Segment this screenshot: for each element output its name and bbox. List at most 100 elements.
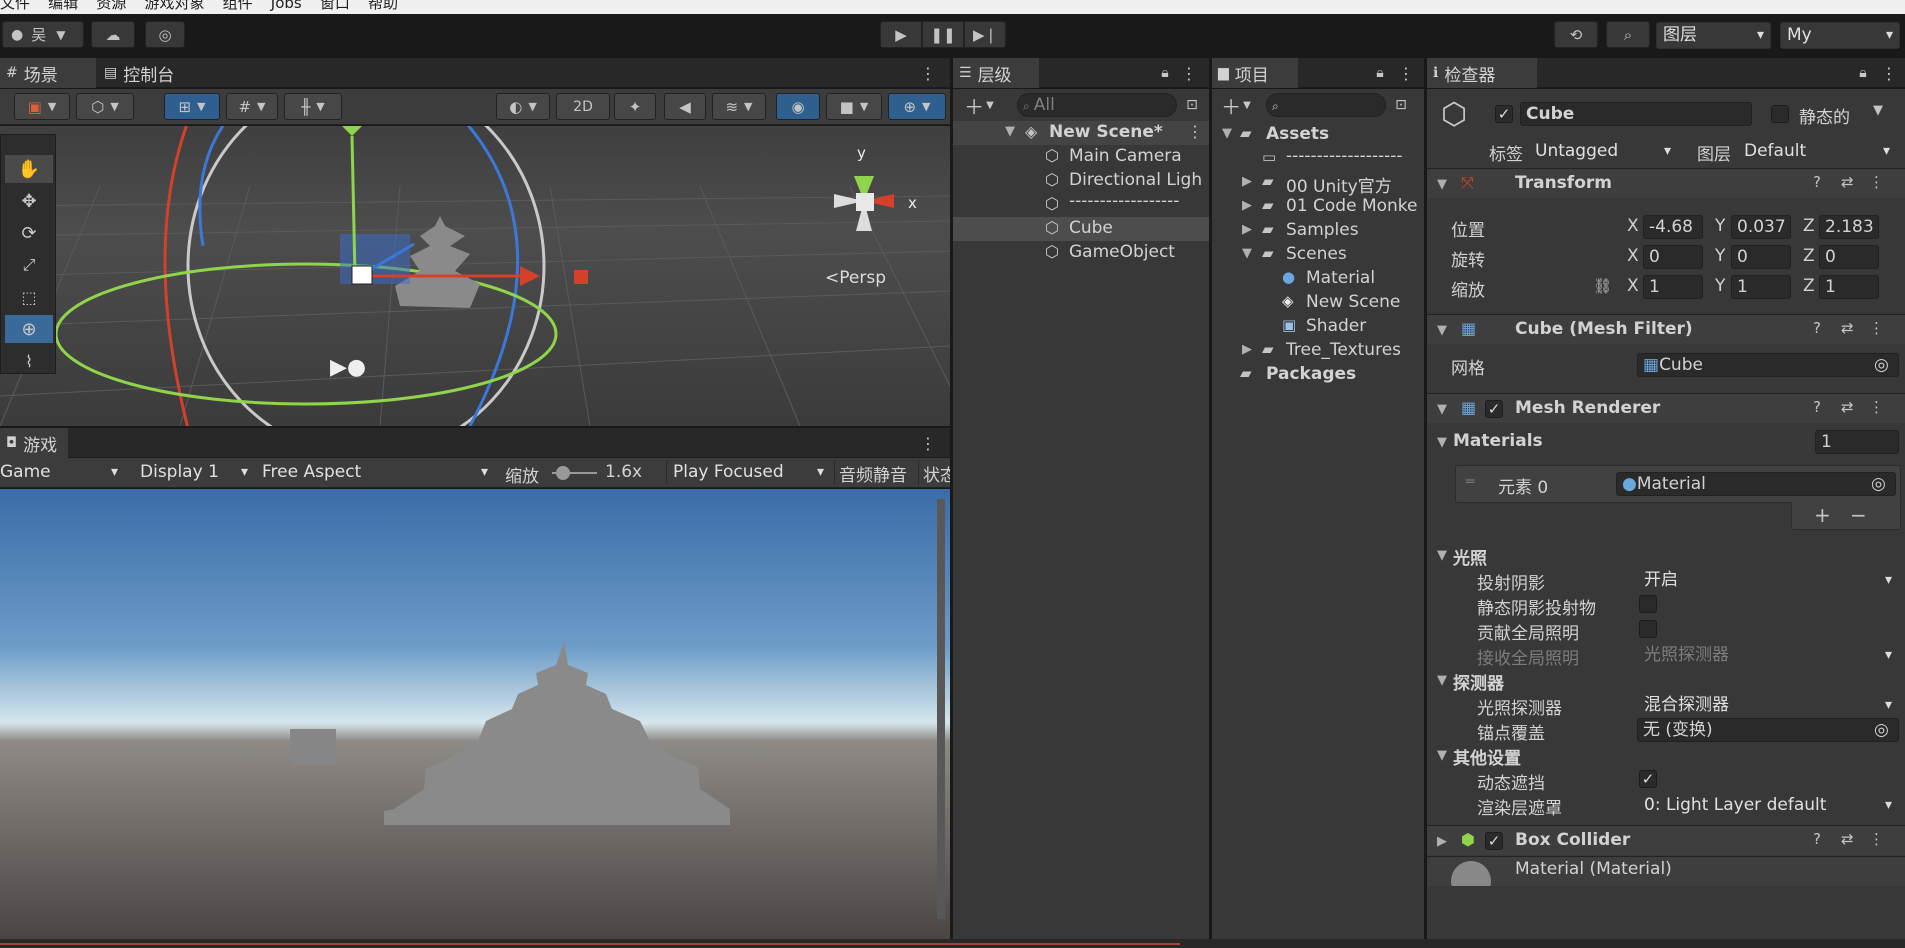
scene-menu-icon[interactable]: ⋮ [1187,122,1203,141]
menu-gameobject[interactable]: 游戏对象 [144,0,204,11]
lock-icon[interactable]: 🔒︎ [1853,62,1873,84]
tab-project[interactable]: ▆ 项目 [1212,58,1298,88]
presets-icon[interactable]: ⇄ [1841,319,1854,337]
mute-audio-toggle[interactable]: 音频静音 [834,461,914,486]
packages-folder[interactable]: ▰ Packages [1212,363,1424,387]
rotation-y-input[interactable]: 0 [1731,245,1791,269]
static-shadow-checkbox[interactable] [1639,595,1657,613]
cube-object-icon[interactable]: ⬡ [1437,97,1471,132]
grid-snap-dropdown[interactable]: ⊞ ▼ [164,93,220,120]
anchor-override-field[interactable]: 无 (变换) ◎ [1637,718,1899,742]
contribute-gi-checkbox[interactable] [1639,620,1657,638]
collapse-triangle-icon[interactable]: ▶ [1242,222,1252,237]
drag-handle-icon[interactable]: ═ [1466,474,1474,490]
lock-icon[interactable]: 🔒︎ [1370,62,1390,84]
audio-toggle[interactable]: ◀ [664,93,706,120]
expand-triangle-icon[interactable]: ▼ [1437,402,1447,417]
active-checkbox[interactable]: ✓ [1495,105,1513,123]
scale-tool-icon[interactable]: ⤢ [5,251,53,279]
scale-y-input[interactable]: 1 [1731,275,1791,299]
menu-file[interactable]: 文件 [0,0,30,11]
project-item[interactable]: ▶ ▰ 01 Code Monke [1212,195,1424,219]
menu-component[interactable]: 组件 [223,0,253,11]
expand-triangle-icon[interactable]: ▼ [1437,435,1447,450]
help-icon[interactable]: ? [1813,398,1821,416]
scene-row[interactable]: ▼ ◈ New Scene* ⋮ [953,121,1209,145]
object-name-input[interactable]: Cube [1520,102,1752,126]
hidden-objects-toggle[interactable]: ◉ [776,93,820,120]
static-checkbox[interactable] [1771,105,1789,123]
expand-triangle-icon[interactable]: ▼ [1005,124,1015,139]
object-picker-icon[interactable]: ◎ [1874,719,1889,741]
scene-viewport[interactable]: ▶● ✋ ✥ ⟳ ⤢ ⬚ ⊕ ⌇ y x <Persp [0,126,950,426]
game-scrollbar[interactable] [937,499,945,919]
layer-dropdown[interactable]: Default [1737,139,1897,163]
play-button[interactable]: ▶ [880,21,922,48]
hand-tool-icon[interactable]: ✋ [5,155,53,183]
tab-game[interactable]: ◘ 游戏 [0,428,68,458]
presets-icon[interactable]: ⇄ [1841,173,1854,191]
project-search-input[interactable]: ⌕ [1266,93,1386,117]
game-menu-icon[interactable]: ⋮ [918,432,938,454]
help-icon[interactable]: ? [1813,830,1821,848]
rendering-layer-dropdown[interactable]: 0: Light Layer default [1637,793,1899,817]
undo-history-button[interactable]: ⟲ [1554,21,1598,48]
rotation-x-input[interactable]: 0 [1643,245,1703,269]
material-object-field[interactable]: ●Material ◎ [1616,472,1896,496]
create-asset-button[interactable]: ＋ ▼ [1216,93,1256,119]
hierarchy-item[interactable]: ⬡ ------------------ [953,193,1209,217]
project-item[interactable]: ▼ ▰ Scenes [1212,243,1424,267]
assets-folder[interactable]: ▼ ▰ Assets [1212,123,1424,147]
menu-window[interactable]: 窗口 [320,0,350,11]
add-object-button[interactable]: ＋ ▼ [959,93,999,119]
position-y-input[interactable]: 0.037 [1731,215,1791,239]
position-x-input[interactable]: -4.68 [1643,215,1703,239]
inspector-menu-icon[interactable]: ⋮ [1879,62,1899,84]
project-menu-icon[interactable]: ⋮ [1396,62,1416,84]
help-icon[interactable]: ? [1813,319,1821,337]
position-z-input[interactable]: 2.183 [1819,215,1879,239]
mesh-filter-header[interactable]: ▼ ▦ Cube (Mesh Filter) ? ⇄ ⋮ [1427,314,1905,344]
collapse-triangle-icon[interactable]: ▶ [1437,834,1447,849]
tab-hierarchy[interactable]: ☰ 层级 [953,58,1039,88]
project-item[interactable]: ▭ ------------------- [1212,146,1424,171]
rotation-z-input[interactable]: 0 [1819,245,1879,269]
remove-element-button[interactable]: − [1850,503,1867,527]
hierarchy-item[interactable]: ⬡ GameObject [953,241,1209,265]
hierarchy-item[interactable]: ⬡ Main Camera [953,145,1209,169]
box-collider-header[interactable]: ▶ ⬢ ✓ Box Collider ? ⇄ ⋮ [1427,825,1905,855]
component-menu-icon[interactable]: ⋮ [1869,830,1884,848]
stats-toggle[interactable]: 状态 [918,461,950,485]
expand-triangle-icon[interactable]: ▼ [1437,673,1447,688]
collab-button[interactable]: ◎ [145,21,185,48]
cube-selected[interactable] [351,265,373,285]
cast-shadows-dropdown[interactable]: 开启 [1637,568,1899,592]
layers-dropdown[interactable]: 图层 [1656,22,1771,49]
menu-jobs[interactable]: Jobs [271,0,302,11]
persp-label[interactable]: <Persp [825,268,886,288]
chevron-down-icon[interactable]: ▼ [1873,103,1883,118]
search-button[interactable]: ⌕ [1606,21,1650,48]
transform-tool-icon[interactable]: ⊕ [5,315,53,343]
presets-icon[interactable]: ⇄ [1841,398,1854,416]
object-picker-icon[interactable]: ◎ [1874,354,1889,376]
add-element-button[interactable]: + [1814,503,1831,527]
grid-visibility-dropdown[interactable]: # ▼ [226,93,278,120]
project-item[interactable]: ▶ ▰ Tree_Textures [1212,339,1424,363]
lighting-toggle[interactable]: ✦ [614,93,656,120]
project-item[interactable]: ● Material [1212,267,1424,291]
collapse-triangle-icon[interactable]: ▶ [1242,174,1252,189]
custom-tool-icon[interactable]: ⌇ [5,347,53,375]
scene-menu-icon[interactable]: ⋮ [918,62,938,84]
menu-edit[interactable]: 编辑 [48,0,78,11]
collapse-triangle-icon[interactable]: ▶ [1242,342,1252,357]
menu-help[interactable]: 帮助 [368,0,398,11]
display-dropdown[interactable]: Display 1 [134,461,254,485]
tab-inspector[interactable]: ℹ 检查器 [1427,58,1537,88]
gizmos-dropdown[interactable]: ⊕ ▼ [888,93,946,120]
component-menu-icon[interactable]: ⋮ [1869,319,1884,337]
component-menu-icon[interactable]: ⋮ [1869,173,1884,191]
expand-triangle-icon[interactable]: ▼ [1437,748,1447,763]
cloud-button[interactable]: ☁ [91,21,135,48]
tag-dropdown[interactable]: Untagged [1528,139,1678,163]
